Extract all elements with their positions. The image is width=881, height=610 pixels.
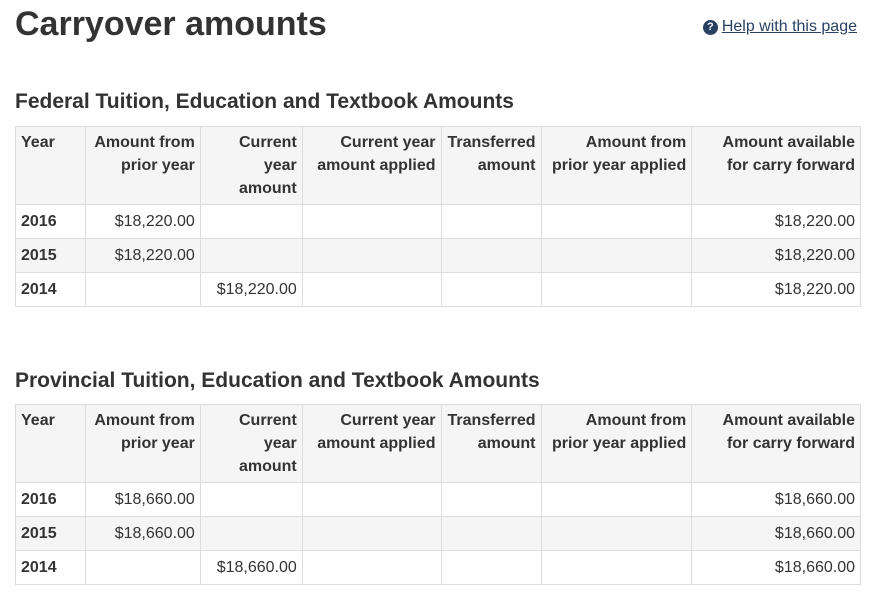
- help-link-label: Help with this page: [721, 18, 857, 35]
- amount-from-prior-year-applied-cell: [540, 482, 693, 517]
- question-circle-icon: ?: [702, 19, 718, 35]
- amount-from-prior-year-applied-cell: [540, 238, 693, 273]
- table-row: 2016 $18,220.00 $18,220.00: [15, 204, 861, 239]
- column-header-year: Year: [15, 404, 86, 483]
- table-row: 2014 $18,220.00 $18,220.00: [15, 272, 861, 307]
- current-year-amount-applied-cell: [301, 272, 442, 307]
- amount-available-for-carry-forward-cell: $18,660.00: [691, 516, 861, 551]
- transferred-amount-cell: [440, 516, 542, 551]
- provincial-amounts-table: Year Amount from prior year Current year…: [15, 404, 861, 585]
- current-year-amount-applied-cell: [301, 516, 442, 551]
- column-header-amount-available-for-carry-forward: Amount available for carry forward: [691, 404, 861, 483]
- current-year-amount-applied-cell: [301, 482, 442, 517]
- column-header-amount-available-for-carry-forward: Amount available for carry forward: [691, 126, 861, 205]
- column-header-current-year-amount-applied: Current year amount applied: [301, 126, 442, 205]
- amount-from-prior-year-applied-cell: [540, 204, 693, 239]
- current-year-amount-cell: [199, 482, 303, 517]
- current-year-amount-cell: $18,220.00: [199, 272, 303, 307]
- row-year: 2014: [15, 550, 86, 585]
- column-header-current-year-amount-applied: Current year amount applied: [301, 404, 442, 483]
- transferred-amount-cell: [440, 204, 542, 239]
- federal-amounts-table: Year Amount from prior year Current year…: [15, 126, 861, 307]
- column-header-year: Year: [15, 126, 86, 205]
- current-year-amount-applied-cell: [301, 238, 442, 273]
- amount-available-for-carry-forward-cell: $18,220.00: [691, 238, 861, 273]
- column-header-amount-from-prior-year-applied: Amount from prior year applied: [540, 404, 693, 483]
- amount-from-prior-year-applied-cell: [540, 550, 693, 585]
- column-header-amount-from-prior-year: Amount from prior year: [84, 126, 201, 205]
- current-year-amount-cell: $18,660.00: [199, 550, 303, 585]
- row-year: 2016: [15, 482, 86, 517]
- amount-from-prior-year-cell: $18,660.00: [84, 516, 201, 551]
- column-header-current-year-amount: Current year amount: [199, 404, 303, 483]
- column-header-amount-from-prior-year-applied: Amount from prior year applied: [540, 126, 693, 205]
- amount-from-prior-year-cell: $18,220.00: [84, 238, 201, 273]
- amount-from-prior-year-cell: [84, 272, 201, 307]
- amount-available-for-carry-forward-cell: $18,220.00: [691, 272, 861, 307]
- page: Carryover amounts ? Help with this page …: [0, 0, 881, 610]
- amount-from-prior-year-applied-cell: [540, 516, 693, 551]
- column-header-current-year-amount: Current year amount: [199, 126, 303, 205]
- amount-available-for-carry-forward-cell: $18,660.00: [691, 482, 861, 517]
- amount-from-prior-year-cell: $18,660.00: [84, 482, 201, 517]
- amount-available-for-carry-forward-cell: $18,660.00: [691, 550, 861, 585]
- amount-available-for-carry-forward-cell: $18,220.00: [691, 204, 861, 239]
- page-title: Carryover amounts: [15, 5, 327, 43]
- transferred-amount-cell: [440, 482, 542, 517]
- help-link[interactable]: ? Help with this page: [702, 18, 857, 36]
- table-header-row: Year Amount from prior year Current year…: [15, 404, 861, 483]
- column-header-transferred-amount: Transferred amount: [440, 404, 542, 483]
- table-row: 2015 $18,220.00 $18,220.00: [15, 238, 861, 273]
- transferred-amount-cell: [440, 238, 542, 273]
- row-year: 2015: [15, 516, 86, 551]
- current-year-amount-cell: [199, 204, 303, 239]
- row-year: 2016: [15, 204, 86, 239]
- federal-section-title: Federal Tuition, Education and Textbook …: [15, 90, 514, 113]
- current-year-amount-applied-cell: [301, 550, 442, 585]
- amount-from-prior-year-cell: $18,220.00: [84, 204, 201, 239]
- table-row: 2015 $18,660.00 $18,660.00: [15, 516, 861, 551]
- row-year: 2014: [15, 272, 86, 307]
- row-year: 2015: [15, 238, 86, 273]
- current-year-amount-cell: [199, 238, 303, 273]
- transferred-amount-cell: [440, 550, 542, 585]
- current-year-amount-applied-cell: [301, 204, 442, 239]
- transferred-amount-cell: [440, 272, 542, 307]
- amount-from-prior-year-applied-cell: [540, 272, 693, 307]
- amount-from-prior-year-cell: [84, 550, 201, 585]
- table-header-row: Year Amount from prior year Current year…: [15, 126, 861, 205]
- current-year-amount-cell: [199, 516, 303, 551]
- table-row: 2014 $18,660.00 $18,660.00: [15, 550, 861, 585]
- column-header-amount-from-prior-year: Amount from prior year: [84, 404, 201, 483]
- table-row: 2016 $18,660.00 $18,660.00: [15, 482, 861, 517]
- provincial-section-title: Provincial Tuition, Education and Textbo…: [15, 369, 540, 392]
- column-header-transferred-amount: Transferred amount: [440, 126, 542, 205]
